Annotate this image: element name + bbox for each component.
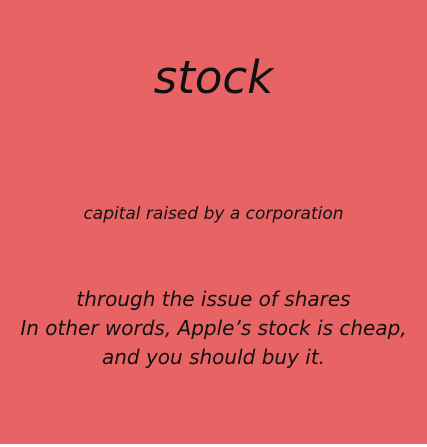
flashcard: stock capital raised by a corporation th… xyxy=(0,0,427,444)
example-line: and you should buy it. xyxy=(101,345,326,369)
example-text: through the issue of shares In other wor… xyxy=(10,285,417,372)
example-line: In other words, Apple’s stock is cheap, xyxy=(20,316,407,340)
definition-text: capital raised by a corporation xyxy=(83,204,344,224)
example-line: through the issue of shares xyxy=(76,287,351,311)
term-word: stock xyxy=(153,51,274,104)
